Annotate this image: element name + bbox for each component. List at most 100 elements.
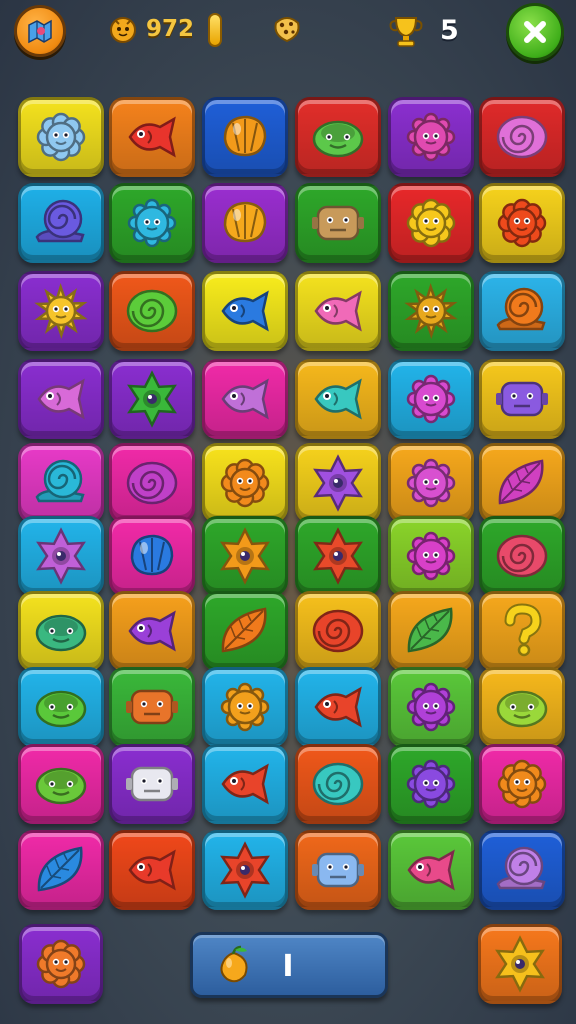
star-icon (127, 370, 177, 428)
board-tile[interactable] (18, 443, 104, 523)
flower-icon (406, 198, 456, 248)
flower-icon (497, 759, 547, 809)
snail-icon (35, 459, 85, 503)
board-tile[interactable] (479, 359, 565, 439)
fish-icon (128, 116, 176, 158)
board-tile[interactable] (202, 744, 288, 824)
board-tile[interactable] (109, 97, 195, 177)
board-tile[interactable] (295, 830, 381, 910)
board-tile[interactable] (202, 830, 288, 910)
board-tile[interactable] (18, 830, 104, 910)
board-tile[interactable] (388, 443, 474, 523)
board-tile[interactable] (479, 271, 565, 351)
star-icon (220, 841, 270, 899)
shell-icon (130, 534, 174, 576)
moves-panel: I (190, 932, 388, 998)
level-count: 5 (440, 14, 459, 46)
board-tile[interactable] (202, 271, 288, 351)
board-tile[interactable] (479, 830, 565, 910)
board-tile[interactable] (295, 744, 381, 824)
leaf-icon (37, 846, 83, 892)
coin-count: 972 (146, 16, 195, 42)
board-tile[interactable] (202, 667, 288, 747)
board-tile[interactable] (479, 516, 565, 596)
board-tile[interactable] (202, 97, 288, 177)
orange-fruit-icon (220, 945, 248, 983)
board-tile[interactable] (18, 97, 104, 177)
board-tile[interactable] (18, 359, 104, 439)
board-tile[interactable] (479, 443, 565, 523)
board-tile[interactable] (479, 97, 565, 177)
board-tile[interactable] (109, 516, 195, 596)
fish-icon (221, 378, 269, 420)
coin-counter: 972 (106, 12, 194, 46)
board-tile[interactable] (109, 667, 195, 747)
board-tile[interactable] (109, 183, 195, 263)
board-tile[interactable] (18, 516, 104, 596)
board-tile[interactable] (295, 667, 381, 747)
board-tile[interactable] (479, 744, 565, 824)
board-tile[interactable] (109, 591, 195, 671)
board-tile[interactable] (388, 183, 474, 263)
board-tile[interactable] (388, 359, 474, 439)
board-tile[interactable] (479, 591, 565, 671)
board-tile[interactable] (388, 830, 474, 910)
board-tile[interactable] (109, 271, 195, 351)
flower-icon (36, 939, 86, 989)
cookie-icon[interactable] (270, 11, 304, 45)
board-tile[interactable] (388, 744, 474, 824)
leaf-icon (221, 607, 267, 653)
coin-icon (110, 17, 136, 43)
robot-icon (312, 852, 364, 888)
shell-icon (223, 201, 267, 243)
board-tile[interactable] (18, 667, 104, 747)
board-tile[interactable] (18, 271, 104, 351)
menu-button[interactable] (14, 5, 66, 57)
board-tile[interactable] (18, 183, 104, 263)
game-board (0, 0, 576, 1024)
board-tile[interactable] (202, 183, 288, 263)
board-tile[interactable] (295, 591, 381, 671)
star-icon (36, 527, 86, 585)
gear-icon (220, 682, 270, 732)
board-tile[interactable] (109, 359, 195, 439)
board-tile[interactable] (109, 744, 195, 824)
fish-icon (314, 686, 362, 728)
star-icon (313, 527, 363, 585)
board-tile[interactable] (202, 591, 288, 671)
question-icon (504, 603, 542, 657)
board-tile[interactable] (388, 271, 474, 351)
board-tile[interactable] (295, 359, 381, 439)
board-tile[interactable] (202, 516, 288, 596)
robot-icon (126, 766, 178, 802)
board-tile[interactable] (18, 744, 104, 824)
close-icon (524, 21, 546, 43)
swirl-icon (496, 534, 548, 578)
board-tile[interactable] (18, 591, 104, 671)
fish-icon (407, 849, 455, 891)
board-tile[interactable] (479, 183, 565, 263)
board-tile[interactable] (295, 97, 381, 177)
board-tile[interactable] (388, 591, 474, 671)
booster-right[interactable] (478, 924, 562, 1004)
board-tile[interactable] (295, 516, 381, 596)
board-tile[interactable] (202, 443, 288, 523)
board-tile[interactable] (388, 667, 474, 747)
board-tile[interactable] (388, 516, 474, 596)
booster-left[interactable] (19, 924, 103, 1004)
level-indicator: 5 (386, 10, 459, 50)
board-tile[interactable] (295, 271, 381, 351)
close-button[interactable] (506, 3, 564, 61)
board-tile[interactable] (388, 97, 474, 177)
board-tile[interactable] (202, 359, 288, 439)
snail-icon (35, 199, 85, 243)
board-tile[interactable] (295, 443, 381, 523)
fish-icon (221, 763, 269, 805)
board-tile[interactable] (109, 830, 195, 910)
fish-icon (314, 290, 362, 332)
snail-icon (496, 287, 546, 331)
board-tile[interactable] (109, 443, 195, 523)
board-tile[interactable] (479, 667, 565, 747)
board-tile[interactable] (295, 183, 381, 263)
flower-icon (220, 458, 270, 508)
